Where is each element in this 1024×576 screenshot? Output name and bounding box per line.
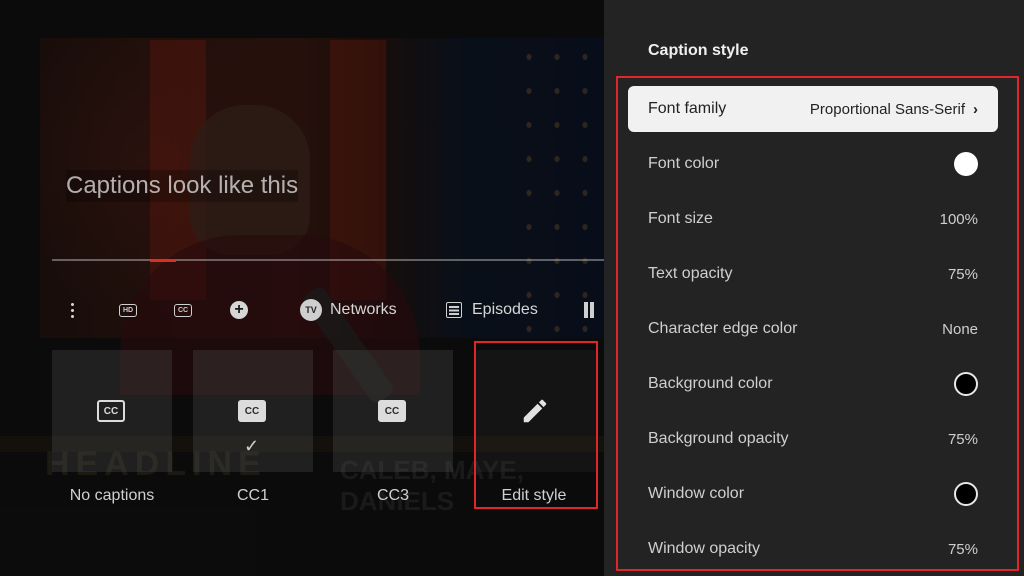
setting-label: Text opacity bbox=[648, 265, 733, 282]
caption-option-label: CC1 bbox=[236, 487, 269, 504]
caption-option-cc3[interactable]: CC bbox=[333, 350, 453, 472]
setting-value: 75% bbox=[947, 540, 978, 558]
caption-preview: Captions look like this bbox=[66, 170, 299, 202]
more-tab-button[interactable] bbox=[584, 296, 598, 324]
networks-label: Networks bbox=[330, 301, 397, 318]
setting-label: Font size bbox=[648, 210, 713, 227]
setting-text-opacity[interactable]: Text opacity 75% bbox=[628, 251, 998, 297]
networks-button[interactable]: TV Networks bbox=[300, 296, 397, 324]
more-options-button[interactable] bbox=[66, 296, 78, 324]
setting-font-family[interactable]: Font family Proportional Sans-Serif › bbox=[628, 86, 998, 132]
chevron-right-icon: › bbox=[973, 100, 978, 118]
cc-filled-icon: CC bbox=[238, 400, 266, 422]
setting-value: 75% bbox=[947, 430, 978, 448]
color-swatch-black bbox=[954, 482, 978, 506]
caption-option-label: CC3 bbox=[376, 487, 409, 504]
setting-value: 75% bbox=[947, 265, 978, 283]
setting-value: 100% bbox=[939, 210, 978, 228]
setting-value: Proportional Sans-Serif bbox=[809, 100, 965, 118]
setting-background-opacity[interactable]: Background opacity 75% bbox=[628, 416, 998, 462]
setting-label: Font family bbox=[648, 100, 727, 117]
color-swatch-black bbox=[954, 372, 978, 396]
captions-button[interactable]: CC bbox=[174, 296, 192, 324]
video-player: HEADLINE CALEB, MAYE, DANIELS Captions l… bbox=[0, 0, 604, 576]
hd-icon: HD bbox=[119, 303, 137, 317]
setting-window-opacity[interactable]: Window opacity 75% bbox=[628, 526, 998, 572]
cc-outline-icon: CC bbox=[97, 400, 125, 422]
plus-icon: + bbox=[230, 301, 248, 319]
caption-style-panel: Caption style Font family Proportional S… bbox=[604, 0, 1024, 576]
episodes-label: Episodes bbox=[472, 301, 538, 318]
setting-label: Character edge color bbox=[648, 320, 798, 337]
columns-icon bbox=[584, 302, 598, 318]
episodes-button[interactable]: Episodes bbox=[446, 296, 538, 324]
cc-filled-icon: CC bbox=[378, 400, 406, 422]
list-icon bbox=[446, 302, 462, 318]
panel-title: Caption style bbox=[648, 42, 749, 59]
setting-label: Background opacity bbox=[648, 430, 789, 447]
highlight-box bbox=[474, 341, 598, 509]
setting-label: Font color bbox=[648, 155, 720, 172]
setting-background-color[interactable]: Background color bbox=[628, 361, 998, 407]
add-button[interactable]: + bbox=[230, 296, 248, 324]
check-icon: ✓ bbox=[244, 436, 260, 456]
color-swatch-white bbox=[954, 152, 978, 176]
setting-font-color[interactable]: Font color bbox=[628, 141, 998, 187]
setting-font-size[interactable]: Font size 100% bbox=[628, 196, 998, 242]
setting-label: Background color bbox=[648, 375, 773, 392]
tv-icon: TV bbox=[300, 299, 322, 321]
caption-option-no-captions[interactable]: CC bbox=[52, 350, 172, 472]
progress-fill bbox=[150, 259, 176, 262]
hd-button[interactable]: HD bbox=[119, 296, 137, 324]
setting-character-edge-color[interactable]: Character edge color None bbox=[628, 306, 998, 352]
setting-value: None bbox=[942, 320, 978, 338]
progress-track[interactable] bbox=[52, 259, 604, 261]
setting-label: Window color bbox=[648, 485, 745, 502]
caption-option-label: No captions bbox=[69, 487, 155, 504]
setting-window-color[interactable]: Window color bbox=[628, 471, 998, 517]
setting-label: Window opacity bbox=[648, 540, 761, 557]
cc-icon: CC bbox=[174, 303, 192, 317]
